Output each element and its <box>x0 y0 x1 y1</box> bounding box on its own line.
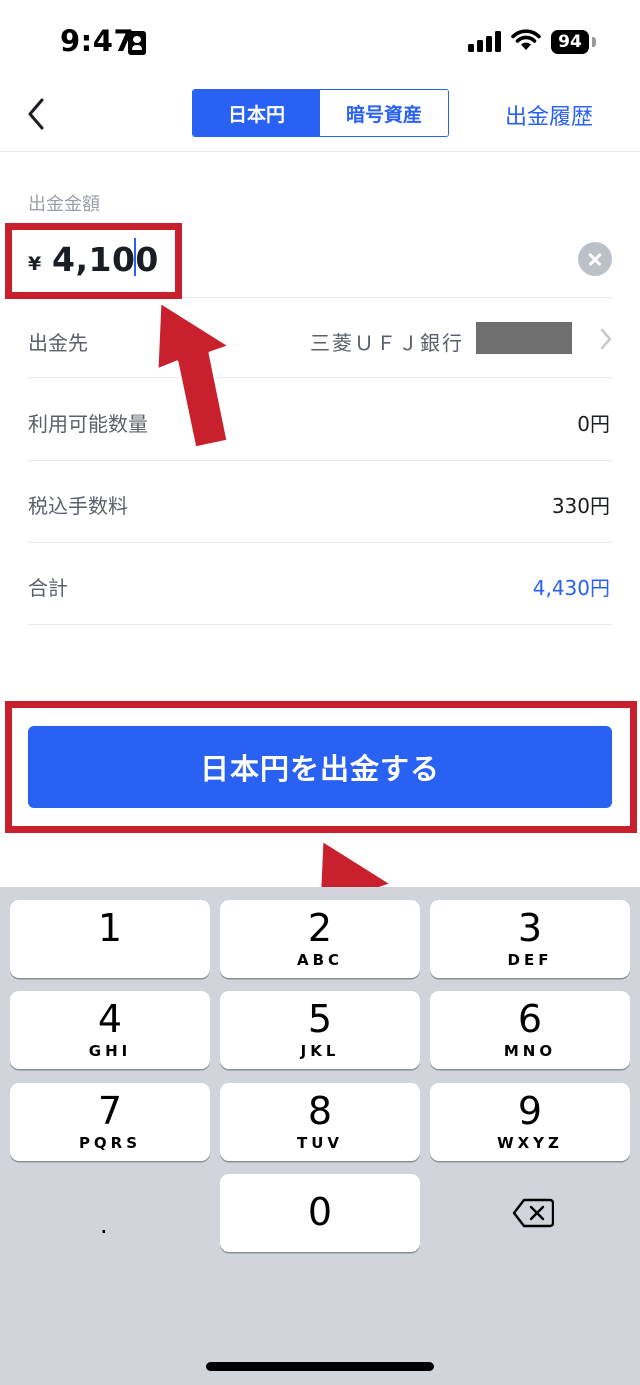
key-7[interactable]: 7 PQRS <box>10 1083 210 1161</box>
tab-jpy[interactable]: 日本円 <box>193 90 320 136</box>
divider <box>28 460 612 461</box>
key-6[interactable]: 6 MNO <box>430 991 630 1069</box>
battery-cap <box>592 37 596 47</box>
highlight-box-submit <box>5 701 637 833</box>
wifi-icon <box>511 29 541 50</box>
contact-card-icon <box>128 31 146 55</box>
key-0[interactable]: 0 <box>220 1174 420 1252</box>
divider <box>28 377 612 378</box>
key-3[interactable]: 3 DEF <box>430 900 630 978</box>
backspace-icon[interactable] <box>512 1197 554 1229</box>
total-label: 合計 <box>28 576 68 600</box>
key-9[interactable]: 9 WXYZ <box>430 1083 630 1161</box>
key-5[interactable]: 5 JKL <box>220 991 420 1069</box>
cellular-signal-icon <box>468 30 502 52</box>
arrow-annotation-amount <box>155 300 232 450</box>
key-decimal[interactable]: . <box>100 1211 108 1239</box>
highlight-box-amount <box>5 223 182 299</box>
destination-label: 出金先 <box>28 331 88 355</box>
destination-bank: 三菱ＵＦＪ銀行 <box>310 331 464 355</box>
redacted-account <box>476 322 572 354</box>
tab-crypto[interactable]: 暗号資産 <box>320 90 448 136</box>
fee-value: 330円 <box>551 494 610 518</box>
amount-label: 出金金額 <box>28 194 100 215</box>
withdrawal-history-link[interactable]: 出金履歴 <box>505 99 593 131</box>
fee-label: 税込手数料 <box>28 494 128 518</box>
chevron-right-icon <box>600 328 612 350</box>
available-amount-value: 0円 <box>577 412 610 436</box>
total-value: 4,430円 <box>532 576 610 600</box>
back-chevron-icon[interactable] <box>22 94 52 134</box>
clear-icon[interactable] <box>578 242 612 276</box>
status-bar: 9:47 94 <box>0 0 640 86</box>
key-8[interactable]: 8 TUV <box>220 1083 420 1161</box>
battery-icon: 94 <box>551 30 589 54</box>
divider <box>28 624 612 625</box>
header: 日本円 暗号資産 出金履歴 <box>0 86 640 152</box>
currency-tab-switch: 日本円 暗号資産 <box>192 89 449 137</box>
status-time: 9:47 <box>60 24 135 58</box>
divider <box>28 542 612 543</box>
home-indicator <box>206 1362 434 1371</box>
key-1[interactable]: 1 <box>10 900 210 978</box>
key-2[interactable]: 2 ABC <box>220 900 420 978</box>
key-4[interactable]: 4 GHI <box>10 991 210 1069</box>
